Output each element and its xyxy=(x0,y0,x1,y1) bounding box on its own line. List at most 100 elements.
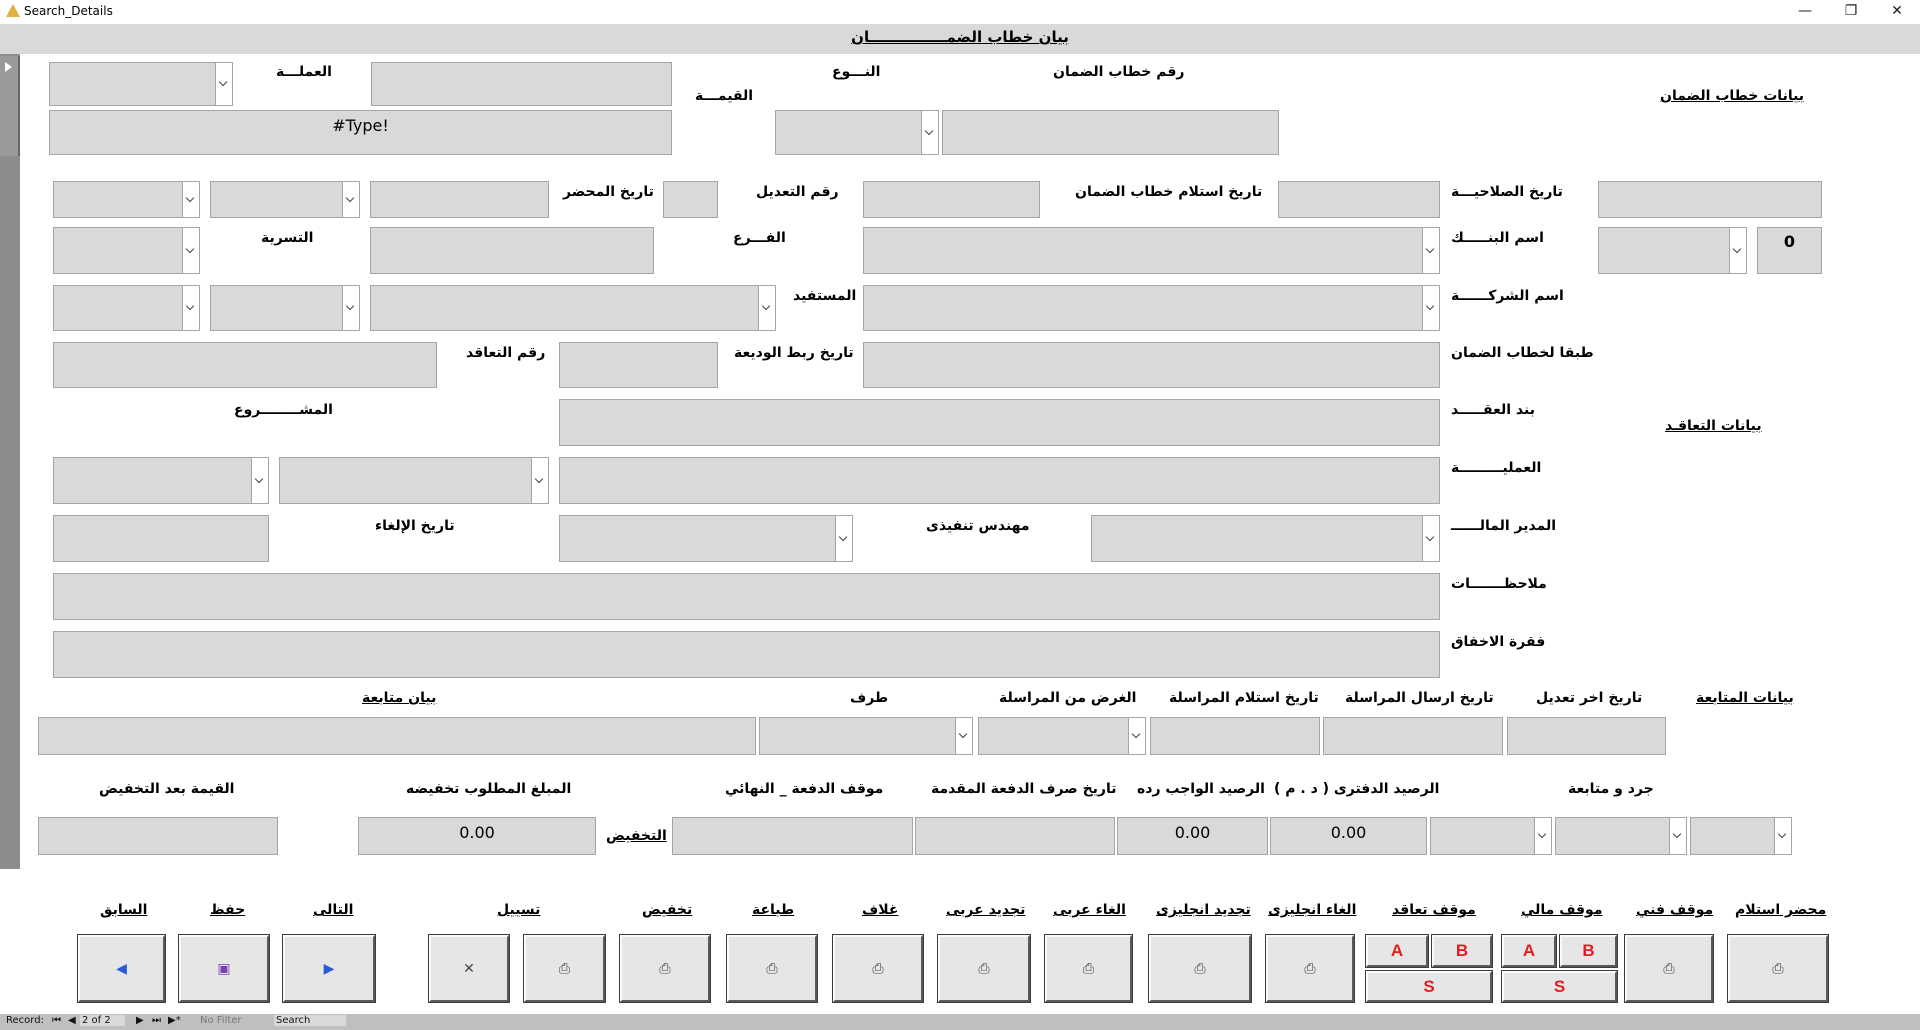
inventory-combo-3[interactable] xyxy=(1690,817,1792,855)
fin-manager-combo[interactable] xyxy=(1091,515,1440,562)
type-error-field[interactable]: #Type! xyxy=(49,110,672,155)
record-selector[interactable] xyxy=(0,56,20,156)
per-guarantee-field[interactable] xyxy=(863,342,1440,388)
guarantee-no-field[interactable] xyxy=(942,110,1279,155)
due-balance-field[interactable]: 0.00 xyxy=(1117,817,1268,855)
bank-code-field[interactable]: 0 xyxy=(1757,227,1822,274)
advance-date-field[interactable] xyxy=(915,817,1115,855)
combo-project-2[interactable] xyxy=(279,457,549,504)
chevron-down-icon[interactable] xyxy=(1534,818,1551,854)
chevron-down-icon[interactable] xyxy=(182,286,199,330)
type-combo[interactable] xyxy=(775,110,939,155)
save-button[interactable]: ▣ xyxy=(178,934,270,1003)
chevron-down-icon[interactable] xyxy=(531,458,548,503)
followup-stmt-field[interactable] xyxy=(38,717,756,755)
chevron-down-icon[interactable] xyxy=(955,718,972,754)
renew-ar-button[interactable]: ⎙ xyxy=(937,934,1031,1003)
value-field[interactable] xyxy=(371,62,672,106)
button-liquidate-print[interactable]: ⎙ xyxy=(523,934,606,1003)
chevron-down-icon[interactable] xyxy=(342,286,359,330)
deposit-date-field[interactable] xyxy=(559,342,718,388)
close-button[interactable]: ✕ xyxy=(1874,0,1920,24)
final-status-field[interactable] xyxy=(672,817,913,855)
value-after-field[interactable] xyxy=(38,817,278,855)
last-edit-date-field[interactable] xyxy=(1507,717,1666,755)
restore-button[interactable]: ❐ xyxy=(1828,0,1874,24)
bank-combo[interactable] xyxy=(1598,227,1747,274)
prev-record-icon[interactable]: ◀ xyxy=(68,1015,76,1026)
reduce-button[interactable]: ⎙ xyxy=(619,934,711,1003)
beneficiary-combo[interactable] xyxy=(370,285,776,331)
combo-project-1[interactable] xyxy=(53,457,269,504)
recv-corr-date-field[interactable] xyxy=(1150,717,1320,755)
chevron-down-icon[interactable] xyxy=(758,286,775,330)
cover-button[interactable]: ⎙ xyxy=(832,934,924,1003)
operation-field[interactable] xyxy=(559,457,1440,504)
next-button[interactable]: ▶ xyxy=(282,934,376,1003)
send-date-field[interactable] xyxy=(1323,717,1503,755)
chevron-down-icon[interactable] xyxy=(1422,516,1439,561)
chevron-down-icon[interactable] xyxy=(182,228,199,273)
currency-combo[interactable] xyxy=(49,62,233,106)
chevron-down-icon[interactable] xyxy=(182,182,199,217)
chevron-down-icon[interactable] xyxy=(1774,818,1791,854)
notes-field[interactable] xyxy=(53,573,1440,620)
liquidate-button[interactable]: ✕ xyxy=(428,934,510,1003)
book-balance-field[interactable]: 0.00 xyxy=(1270,817,1427,855)
branch-field[interactable] xyxy=(370,227,654,274)
chevron-down-icon[interactable] xyxy=(215,63,232,105)
contract-item-field[interactable] xyxy=(559,399,1440,446)
tech-status-button[interactable]: ⎙ xyxy=(1624,934,1714,1003)
renew-en-button[interactable]: ⎙ xyxy=(1148,934,1252,1003)
new-record-icon[interactable]: ▶* xyxy=(168,1015,181,1026)
bank-name-combo[interactable] xyxy=(863,227,1440,274)
search-box[interactable]: Search xyxy=(274,1015,347,1026)
combo-r2-2[interactable] xyxy=(210,181,360,218)
inventory-combo-1[interactable] xyxy=(1430,817,1552,855)
field-r2-right[interactable] xyxy=(1598,181,1822,218)
chevron-down-icon[interactable] xyxy=(1128,718,1145,754)
failure-para-field[interactable] xyxy=(53,631,1440,678)
exec-engineer-combo[interactable] xyxy=(559,515,853,562)
next-record-icon[interactable]: ▶ xyxy=(136,1015,144,1026)
minimize-button[interactable]: — xyxy=(1782,0,1828,24)
print-button[interactable]: ⎙ xyxy=(726,934,818,1003)
fin-status-s-button[interactable]: S xyxy=(1501,970,1618,1003)
prev-button[interactable]: ◀ xyxy=(77,934,166,1003)
chevron-down-icon[interactable] xyxy=(1422,228,1439,273)
reduce-amount-field[interactable]: 0.00 xyxy=(358,817,596,855)
chevron-down-icon[interactable] xyxy=(1669,818,1686,854)
chevron-down-icon[interactable] xyxy=(835,516,852,561)
amend-no-field[interactable] xyxy=(663,181,718,218)
inventory-combo-2[interactable] xyxy=(1555,817,1687,855)
company-name-combo[interactable] xyxy=(863,285,1440,331)
last-record-icon[interactable]: ⏭ xyxy=(152,1015,161,1026)
chevron-down-icon[interactable] xyxy=(251,458,268,503)
combo-r4-1[interactable] xyxy=(53,285,200,331)
record-position[interactable]: 2 of 2 xyxy=(80,1015,125,1026)
cancel-en-button[interactable]: ⎙ xyxy=(1265,934,1355,1003)
combo-r3-1[interactable] xyxy=(53,227,200,274)
combo-r2-1[interactable] xyxy=(53,181,200,218)
contract-status-a-button[interactable]: A xyxy=(1365,934,1429,968)
chevron-down-icon[interactable] xyxy=(1422,286,1439,330)
receipt-minutes-button[interactable]: ⎙ xyxy=(1727,934,1829,1003)
purpose-combo[interactable] xyxy=(978,717,1146,755)
contract-status-b-button[interactable]: B xyxy=(1431,934,1493,968)
validity-date-field[interactable] xyxy=(1278,181,1440,218)
filter-indicator[interactable]: No Filter xyxy=(200,1015,242,1026)
chevron-down-icon[interactable] xyxy=(1729,228,1746,273)
contract-no-field[interactable] xyxy=(53,342,437,388)
fin-status-a-button[interactable]: A xyxy=(1501,934,1557,968)
chevron-down-icon[interactable] xyxy=(921,111,938,154)
chevron-down-icon[interactable] xyxy=(342,182,359,217)
fin-status-b-button[interactable]: B xyxy=(1559,934,1618,968)
minutes-date-field[interactable] xyxy=(370,181,549,218)
combo-r4-2[interactable] xyxy=(210,285,360,331)
first-record-icon[interactable]: ⏮ xyxy=(52,1015,61,1026)
contract-status-s-button[interactable]: S xyxy=(1365,970,1493,1003)
cancel-date-field[interactable] xyxy=(53,515,269,562)
cancel-ar-button[interactable]: ⎙ xyxy=(1044,934,1133,1003)
party-combo[interactable] xyxy=(759,717,973,755)
receipt-date-field[interactable] xyxy=(863,181,1040,218)
